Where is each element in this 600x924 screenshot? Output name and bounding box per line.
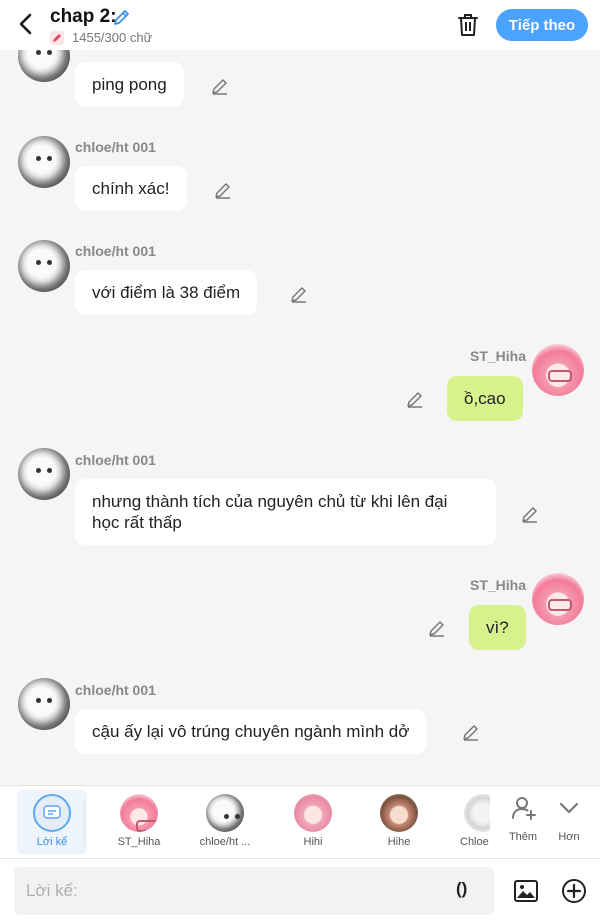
message-bubble[interactable]: ping pong [75, 62, 184, 107]
sender-name: ST_Hiha [470, 348, 527, 364]
edit-pencil-icon[interactable] [405, 389, 425, 409]
sender-name: ST_Hiha [470, 577, 527, 593]
edit-pencil-icon[interactable] [461, 722, 481, 742]
character-chloe-ht[interactable]: chloe/ht ... [190, 790, 260, 854]
character-label: chloe/ht ... [199, 836, 251, 848]
character-label: Hihe [387, 836, 411, 848]
avatar[interactable] [18, 448, 70, 500]
sender-name: chloe/ht 001 [75, 139, 156, 155]
avatar[interactable] [18, 136, 70, 188]
avatar [120, 794, 158, 832]
next-button[interactable]: Tiếp theo [496, 9, 588, 41]
image-icon[interactable] [513, 878, 539, 904]
message-bubble[interactable]: với điểm là 38 điểm [75, 270, 258, 315]
character-label: Lời kể [36, 836, 68, 848]
character-picker: Lời kể ST_Hiha chloe/ht ... Hihi Hihe Ch… [0, 785, 600, 859]
avatar [380, 794, 418, 832]
divider [84, 800, 85, 846]
add-plus-icon[interactable] [561, 878, 587, 904]
narrator-icon [33, 794, 71, 832]
tool-label: Hơn [558, 831, 580, 843]
avatar[interactable] [18, 240, 70, 292]
edit-pencil-icon[interactable] [427, 618, 447, 638]
message-bubble[interactable]: ồ,cao [447, 376, 523, 421]
back-arrow-icon[interactable] [14, 10, 38, 38]
message-bubble[interactable]: vì? [469, 605, 526, 650]
word-count-text: 1455/300 chữ [72, 30, 153, 45]
avatar[interactable] [18, 678, 70, 730]
trash-icon[interactable] [456, 12, 480, 38]
message-list[interactable]: ping pong chloe/ht 001 chính xác! chloe/… [0, 50, 600, 785]
avatar [464, 794, 490, 832]
sender-name: chloe/ht 001 [75, 243, 156, 259]
message-text-line: nhưng thành tích của nguyên chủ từ khi l… [92, 492, 448, 511]
message-bubble[interactable]: nhưng thành tích của nguyên chủ từ khi l… [75, 479, 496, 545]
character-narrator[interactable]: Lời kể [17, 790, 87, 854]
character-hihi[interactable]: Hihi [278, 790, 348, 854]
character-label: Chloe [460, 836, 489, 848]
message-input[interactable] [14, 867, 494, 915]
add-person-icon [512, 797, 536, 820]
edit-pencil-icon[interactable] [210, 76, 230, 96]
sender-name: chloe/ht 001 [75, 682, 156, 698]
message-bubble[interactable]: chính xác! [75, 166, 187, 211]
character-hihe[interactable]: Hihe [364, 790, 434, 854]
tool-label: Thêm [508, 831, 538, 843]
avatar[interactable] [532, 573, 584, 625]
avatar [206, 794, 244, 832]
more-button[interactable]: Hơn [549, 794, 589, 843]
edit-title-pencil-icon[interactable] [112, 7, 132, 27]
character-chloe[interactable]: Chloe [450, 790, 490, 854]
chapter-title[interactable]: chap 2: [50, 6, 117, 28]
composer: () [0, 859, 600, 924]
sender-name: chloe/ht 001 [75, 452, 156, 468]
message-text-line: học rất thấp [92, 513, 182, 532]
add-character-button[interactable]: Thêm [503, 794, 543, 843]
chevron-down-icon [559, 802, 579, 814]
avatar[interactable] [18, 50, 70, 82]
message-bubble[interactable]: cậu ấy lại vô trúng chuyên ngành mình dở [75, 709, 427, 754]
parenthesis-button[interactable]: () [456, 879, 467, 899]
character-label: ST_Hiha [117, 836, 161, 848]
edit-pencil-icon[interactable] [289, 284, 309, 304]
edit-pencil-icon[interactable] [213, 180, 233, 200]
avatar [294, 794, 332, 832]
edit-pencil-icon[interactable] [520, 504, 540, 524]
pencil-icon [50, 30, 64, 45]
character-label: Hihi [303, 836, 323, 848]
character-st-hiha[interactable]: ST_Hiha [104, 790, 174, 854]
avatar[interactable] [532, 344, 584, 396]
top-bar: chap 2: 1455/300 chữ Tiếp theo [0, 0, 600, 50]
word-count: 1455/300 chữ [50, 30, 152, 45]
